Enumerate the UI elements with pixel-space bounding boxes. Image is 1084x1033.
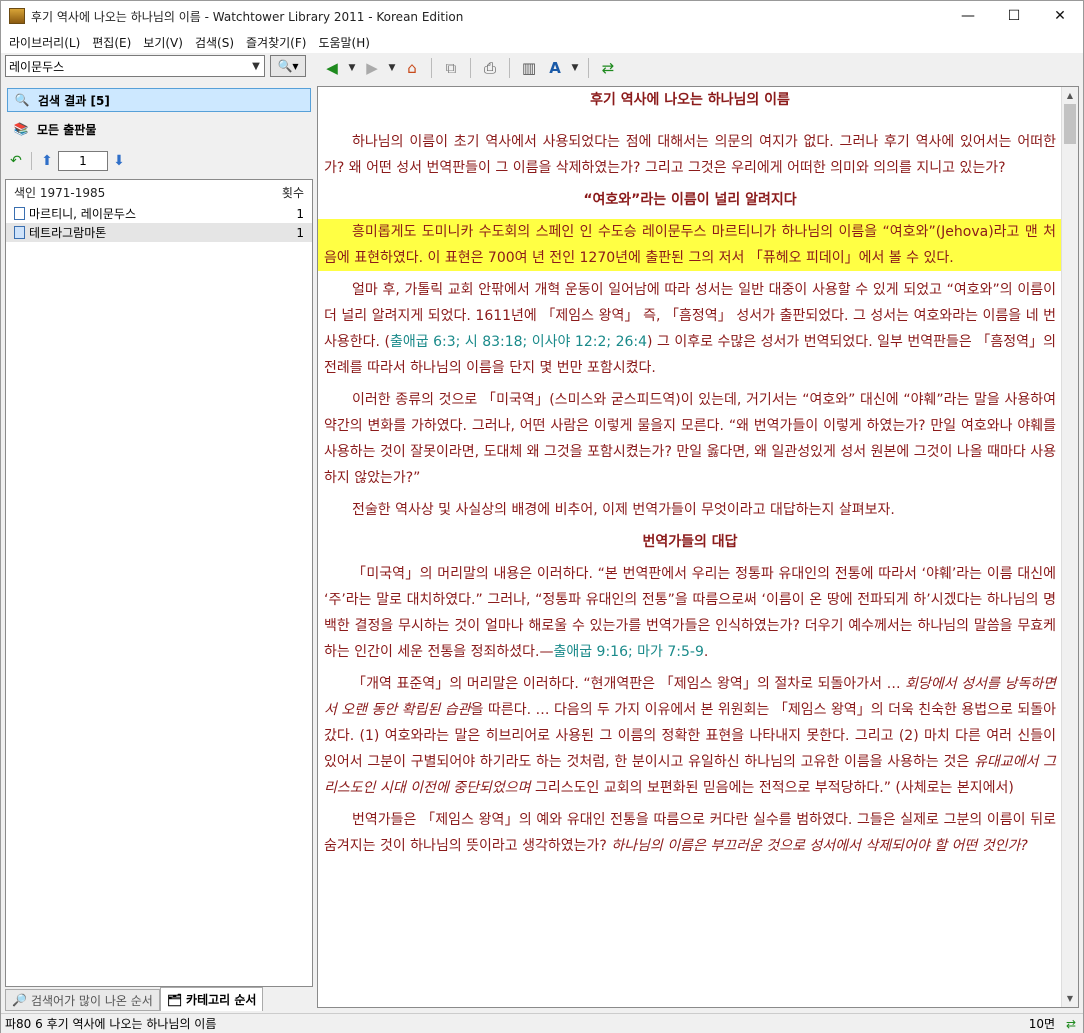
sync-icon[interactable]: ⇄ xyxy=(595,57,621,79)
columns-icon[interactable]: ▥ xyxy=(516,57,542,79)
toolbar-divider xyxy=(431,58,432,78)
print-icon[interactable]: ⎙ xyxy=(477,57,503,79)
article: 후기 역사에 나오는 하나님의 이름 하나님의 이름이 초기 역사에서 사용되었… xyxy=(318,87,1062,859)
window-title: 후기 역사에 나오는 하나님의 이름 - Watchtower Library … xyxy=(31,9,464,24)
books-icon: 📚 xyxy=(13,122,29,136)
app-icon xyxy=(9,8,25,24)
section-heading: “여호와”라는 이름이 널리 알려지다 xyxy=(583,192,797,208)
menu-view[interactable]: 보기(V) xyxy=(139,34,187,51)
results-column-count[interactable]: 횟수 xyxy=(282,184,304,201)
paragraph-text: 「개역 표준역」의 머리말은 이러하다. “현개역판은 「제임스 왕역」의 절차… xyxy=(352,676,906,692)
paragraph-text: 그리스도인 교회의 보편화된 믿음에는 전적으로 부적당하다.” (사체로는 본… xyxy=(530,780,1014,796)
results-list: 색인 1971-1985 횟수 마르티니, 레이문두스 1 테트라그람마톤 1 xyxy=(5,179,313,987)
result-pager: ↶ ⬆ 1 ⬇ xyxy=(5,149,313,173)
nav-all-publications[interactable]: 📚 모든 출판물 xyxy=(7,116,311,142)
search-doc-icon: 🔎 xyxy=(12,993,27,1007)
document-view: 후기 역사에 나오는 하나님의 이름 하나님의 이름이 초기 역사에서 사용되었… xyxy=(317,86,1079,1008)
category-icon: 🗂 xyxy=(166,992,183,1007)
toolbar-divider xyxy=(588,58,589,78)
list-item-count: 1 xyxy=(296,225,304,240)
up-arrow-icon[interactable]: ⬆ xyxy=(36,153,58,169)
nav-all-publications-label: 모든 출판물 xyxy=(37,122,97,137)
list-item-count: 1 xyxy=(296,206,304,221)
menu-search[interactable]: 검색(S) xyxy=(191,34,238,51)
back-icon[interactable]: ◀ xyxy=(319,57,345,79)
toolbar-divider xyxy=(470,58,471,78)
nav-search-results[interactable]: 🔍 검색 결과 [5] xyxy=(7,88,311,112)
list-item-label: 마르티니, 레이문두스 xyxy=(29,207,136,221)
paragraph: 전술한 역사상 및 사실상의 배경에 비추어, 이제 번역가들이 무엇이라고 대… xyxy=(352,502,895,518)
vertical-scrollbar[interactable]: ▲ ▼ xyxy=(1061,87,1078,1007)
magnifier-icon: 🔍 xyxy=(277,59,293,73)
chevron-down-icon[interactable]: ▼ xyxy=(385,57,399,79)
status-page: 10면 xyxy=(1028,1017,1055,1031)
sort-tabs: 🔎 검색어가 많이 나온 순서 🗂 카테고리 순서 xyxy=(5,987,313,1011)
results-list-header: 색인 1971-1985 횟수 xyxy=(6,180,312,204)
magnifier-icon: 🔍 xyxy=(14,93,30,107)
app-window: 후기 역사에 나오는 하나님의 이름 - Watchtower Library … xyxy=(0,0,1084,1033)
search-input-value: 레이문두스 xyxy=(9,59,65,74)
list-item[interactable]: 테트라그람마톤 1 xyxy=(6,223,312,242)
tab-sort-by-category[interactable]: 🗂 카테고리 순서 xyxy=(159,987,264,1011)
menu-bar: 라이브러리(L) 편집(E) 보기(V) 검색(S) 즐겨찾기(F) 도움말(H… xyxy=(1,31,1083,53)
tab-sort-by-hits-label: 검색어가 많이 나온 순서 xyxy=(30,993,153,1008)
list-item-label: 테트라그람마톤 xyxy=(29,226,107,240)
page-number-input[interactable]: 1 xyxy=(58,151,108,171)
scroll-down-icon[interactable]: ▼ xyxy=(1062,990,1078,1007)
copy-icon[interactable]: ⧉ xyxy=(438,57,464,79)
home-icon[interactable]: ⌂ xyxy=(399,57,425,79)
sync-status-icon: ⇄ xyxy=(1065,1016,1077,1031)
paragraph: 하나님의 이름이 초기 역사에서 사용되었다는 점에 대해서는 의문의 여지가 … xyxy=(324,134,1056,176)
chevron-down-icon[interactable]: ▼ xyxy=(568,57,582,79)
chevron-down-icon[interactable]: ▼ xyxy=(345,57,359,79)
status-text: 파80 6 후기 역사에 나오는 하나님의 이름 xyxy=(5,1017,217,1031)
chevron-down-icon[interactable]: ▼ xyxy=(248,61,264,72)
left-panel: 레이문두스 ▼ 🔍 ▼ 🔍 검색 결과 [5] 📚 모든 출판물 ↶ ⬆ 1 ⬇ … xyxy=(5,53,313,1013)
paragraph: 「개역 표준역」의 머리말은 이러하다. “현개역판은 「제임스 왕역」의 절차… xyxy=(324,671,1056,801)
paragraph: 「미국역」의 머리말의 내용은 이러하다. “본 번역판에서 우리는 정통파 유… xyxy=(324,561,1056,665)
nav-search-results-label: 검색 결과 [5] xyxy=(38,93,110,108)
paragraph: 번역가들은 「제임스 왕역」의 예와 유대인 전통을 따름으로 커다란 실수를 … xyxy=(324,807,1056,859)
maximize-button[interactable]: ☐ xyxy=(991,1,1037,31)
paragraph: 이러한 종류의 것으로 「미국역」(스미스와 굳스피드역)이 있는데, 거기서는… xyxy=(324,392,1056,486)
tab-sort-by-category-label: 카테고리 순서 xyxy=(186,993,257,1007)
document-icon xyxy=(14,207,25,220)
forward-icon[interactable]: ▶ xyxy=(359,57,385,79)
search-input[interactable]: 레이문두스 ▼ xyxy=(5,55,265,77)
menu-favorites[interactable]: 즐겨찾기(F) xyxy=(242,34,310,51)
scroll-up-icon[interactable]: ▲ xyxy=(1062,87,1078,104)
menu-help[interactable]: 도움말(H) xyxy=(314,34,374,51)
tab-sort-by-hits[interactable]: 🔎 검색어가 많이 나온 순서 xyxy=(5,989,160,1011)
scripture-link[interactable]: 출애굽 6:3; 시 83:18; 이사야 12:2; 26:4 xyxy=(390,334,647,350)
status-bar: 파80 6 후기 역사에 나오는 하나님의 이름 10면 ⇄ xyxy=(1,1013,1083,1033)
toolbar-divider xyxy=(509,58,510,78)
back-arrow-icon[interactable]: ↶ xyxy=(5,153,27,169)
paragraph-text: . xyxy=(703,644,709,660)
minimize-button[interactable]: — xyxy=(945,1,991,31)
chevron-down-icon: ▼ xyxy=(292,61,299,71)
section-heading: 번역가들의 대답 xyxy=(642,534,738,550)
list-item[interactable]: 마르티니, 레이문두스 1 xyxy=(6,204,312,223)
highlighted-paragraph: 흥미롭게도 도미니카 수도회의 스페인 인 수도승 레이문두스 마르티니가 하나… xyxy=(318,219,1062,271)
scrollbar-thumb[interactable] xyxy=(1064,104,1076,144)
article-title: 후기 역사에 나오는 하나님의 이름 xyxy=(590,92,790,108)
title-bar: 후기 역사에 나오는 하나님의 이름 - Watchtower Library … xyxy=(1,1,1083,31)
search-row: 레이문두스 ▼ 🔍 ▼ xyxy=(5,55,313,79)
menu-edit[interactable]: 편집(E) xyxy=(88,34,135,51)
scripture-link[interactable]: 출애굽 9:16; 마가 7:5-9 xyxy=(553,644,703,660)
search-button[interactable]: 🔍 ▼ xyxy=(270,55,306,77)
menu-library[interactable]: 라이브러리(L) xyxy=(5,34,84,51)
results-column-title[interactable]: 색인 1971-1985 xyxy=(14,184,282,201)
paragraph: 얼마 후, 가톨릭 교회 안팎에서 개혁 운동이 일어남에 따라 성서는 일반 … xyxy=(324,277,1056,381)
document-toolbar: ◀ ▼ ▶ ▼ ⌂ ⧉ ⎙ ▥ A ▼ ⇄ xyxy=(319,55,1081,81)
document-icon xyxy=(14,226,25,239)
down-arrow-icon[interactable]: ⬇ xyxy=(108,153,130,169)
font-size-icon[interactable]: A xyxy=(542,57,568,79)
pager-divider xyxy=(31,152,32,170)
italic-text: 하나님의 이름은 부끄러운 것으로 성서에서 삭제되어야 할 어떤 것인가? xyxy=(611,838,1028,854)
close-button[interactable]: ✕ xyxy=(1037,1,1083,31)
